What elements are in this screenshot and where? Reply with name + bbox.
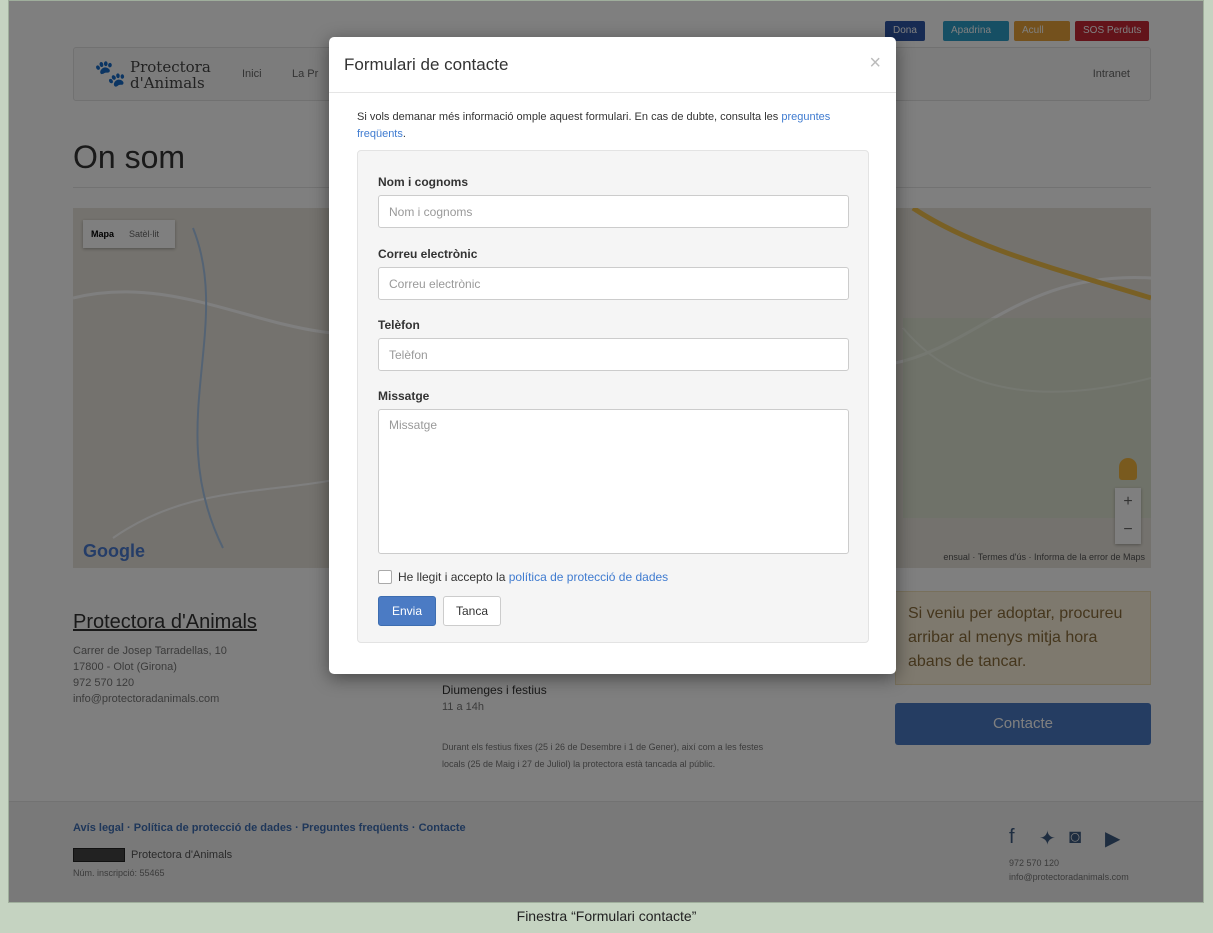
phone-input[interactable] bbox=[378, 338, 849, 371]
message-label: Missatge bbox=[378, 389, 430, 403]
modal-header: Formulari de contacte × bbox=[329, 37, 896, 93]
modal-intro: Si vols demanar més informació omple aqu… bbox=[357, 109, 877, 143]
contact-form: Nom i cognoms Correu electrònic Telèfon … bbox=[357, 150, 869, 643]
close-icon[interactable]: × bbox=[869, 52, 881, 75]
phone-label: Telèfon bbox=[378, 318, 420, 332]
browser-frame: Dona Apadrina Acull SOS Perduts 🐾 Protec… bbox=[8, 0, 1204, 903]
intro-end: . bbox=[402, 128, 406, 140]
message-textarea[interactable] bbox=[378, 409, 849, 554]
intro-text: Si vols demanar més informació omple aqu… bbox=[357, 111, 782, 123]
privacy-policy-link[interactable]: política de protecció de dades bbox=[509, 570, 668, 584]
contact-modal: Formulari de contacte × Si vols demanar … bbox=[329, 37, 896, 674]
modal-title: Formulari de contacte bbox=[344, 55, 509, 74]
close-button[interactable]: Tanca bbox=[443, 596, 501, 626]
consent-checkbox[interactable] bbox=[378, 570, 392, 584]
email-input[interactable] bbox=[378, 267, 849, 300]
send-button[interactable]: Envia bbox=[378, 596, 436, 626]
consent-text: He llegit i accepto la bbox=[398, 570, 509, 584]
figure-caption: Finestra “Formulari contacte” bbox=[516, 908, 697, 924]
consent-label: He llegit i accepto la política de prote… bbox=[398, 570, 668, 584]
name-input[interactable] bbox=[378, 195, 849, 228]
name-label: Nom i cognoms bbox=[378, 175, 469, 189]
email-label: Correu electrònic bbox=[378, 247, 478, 261]
